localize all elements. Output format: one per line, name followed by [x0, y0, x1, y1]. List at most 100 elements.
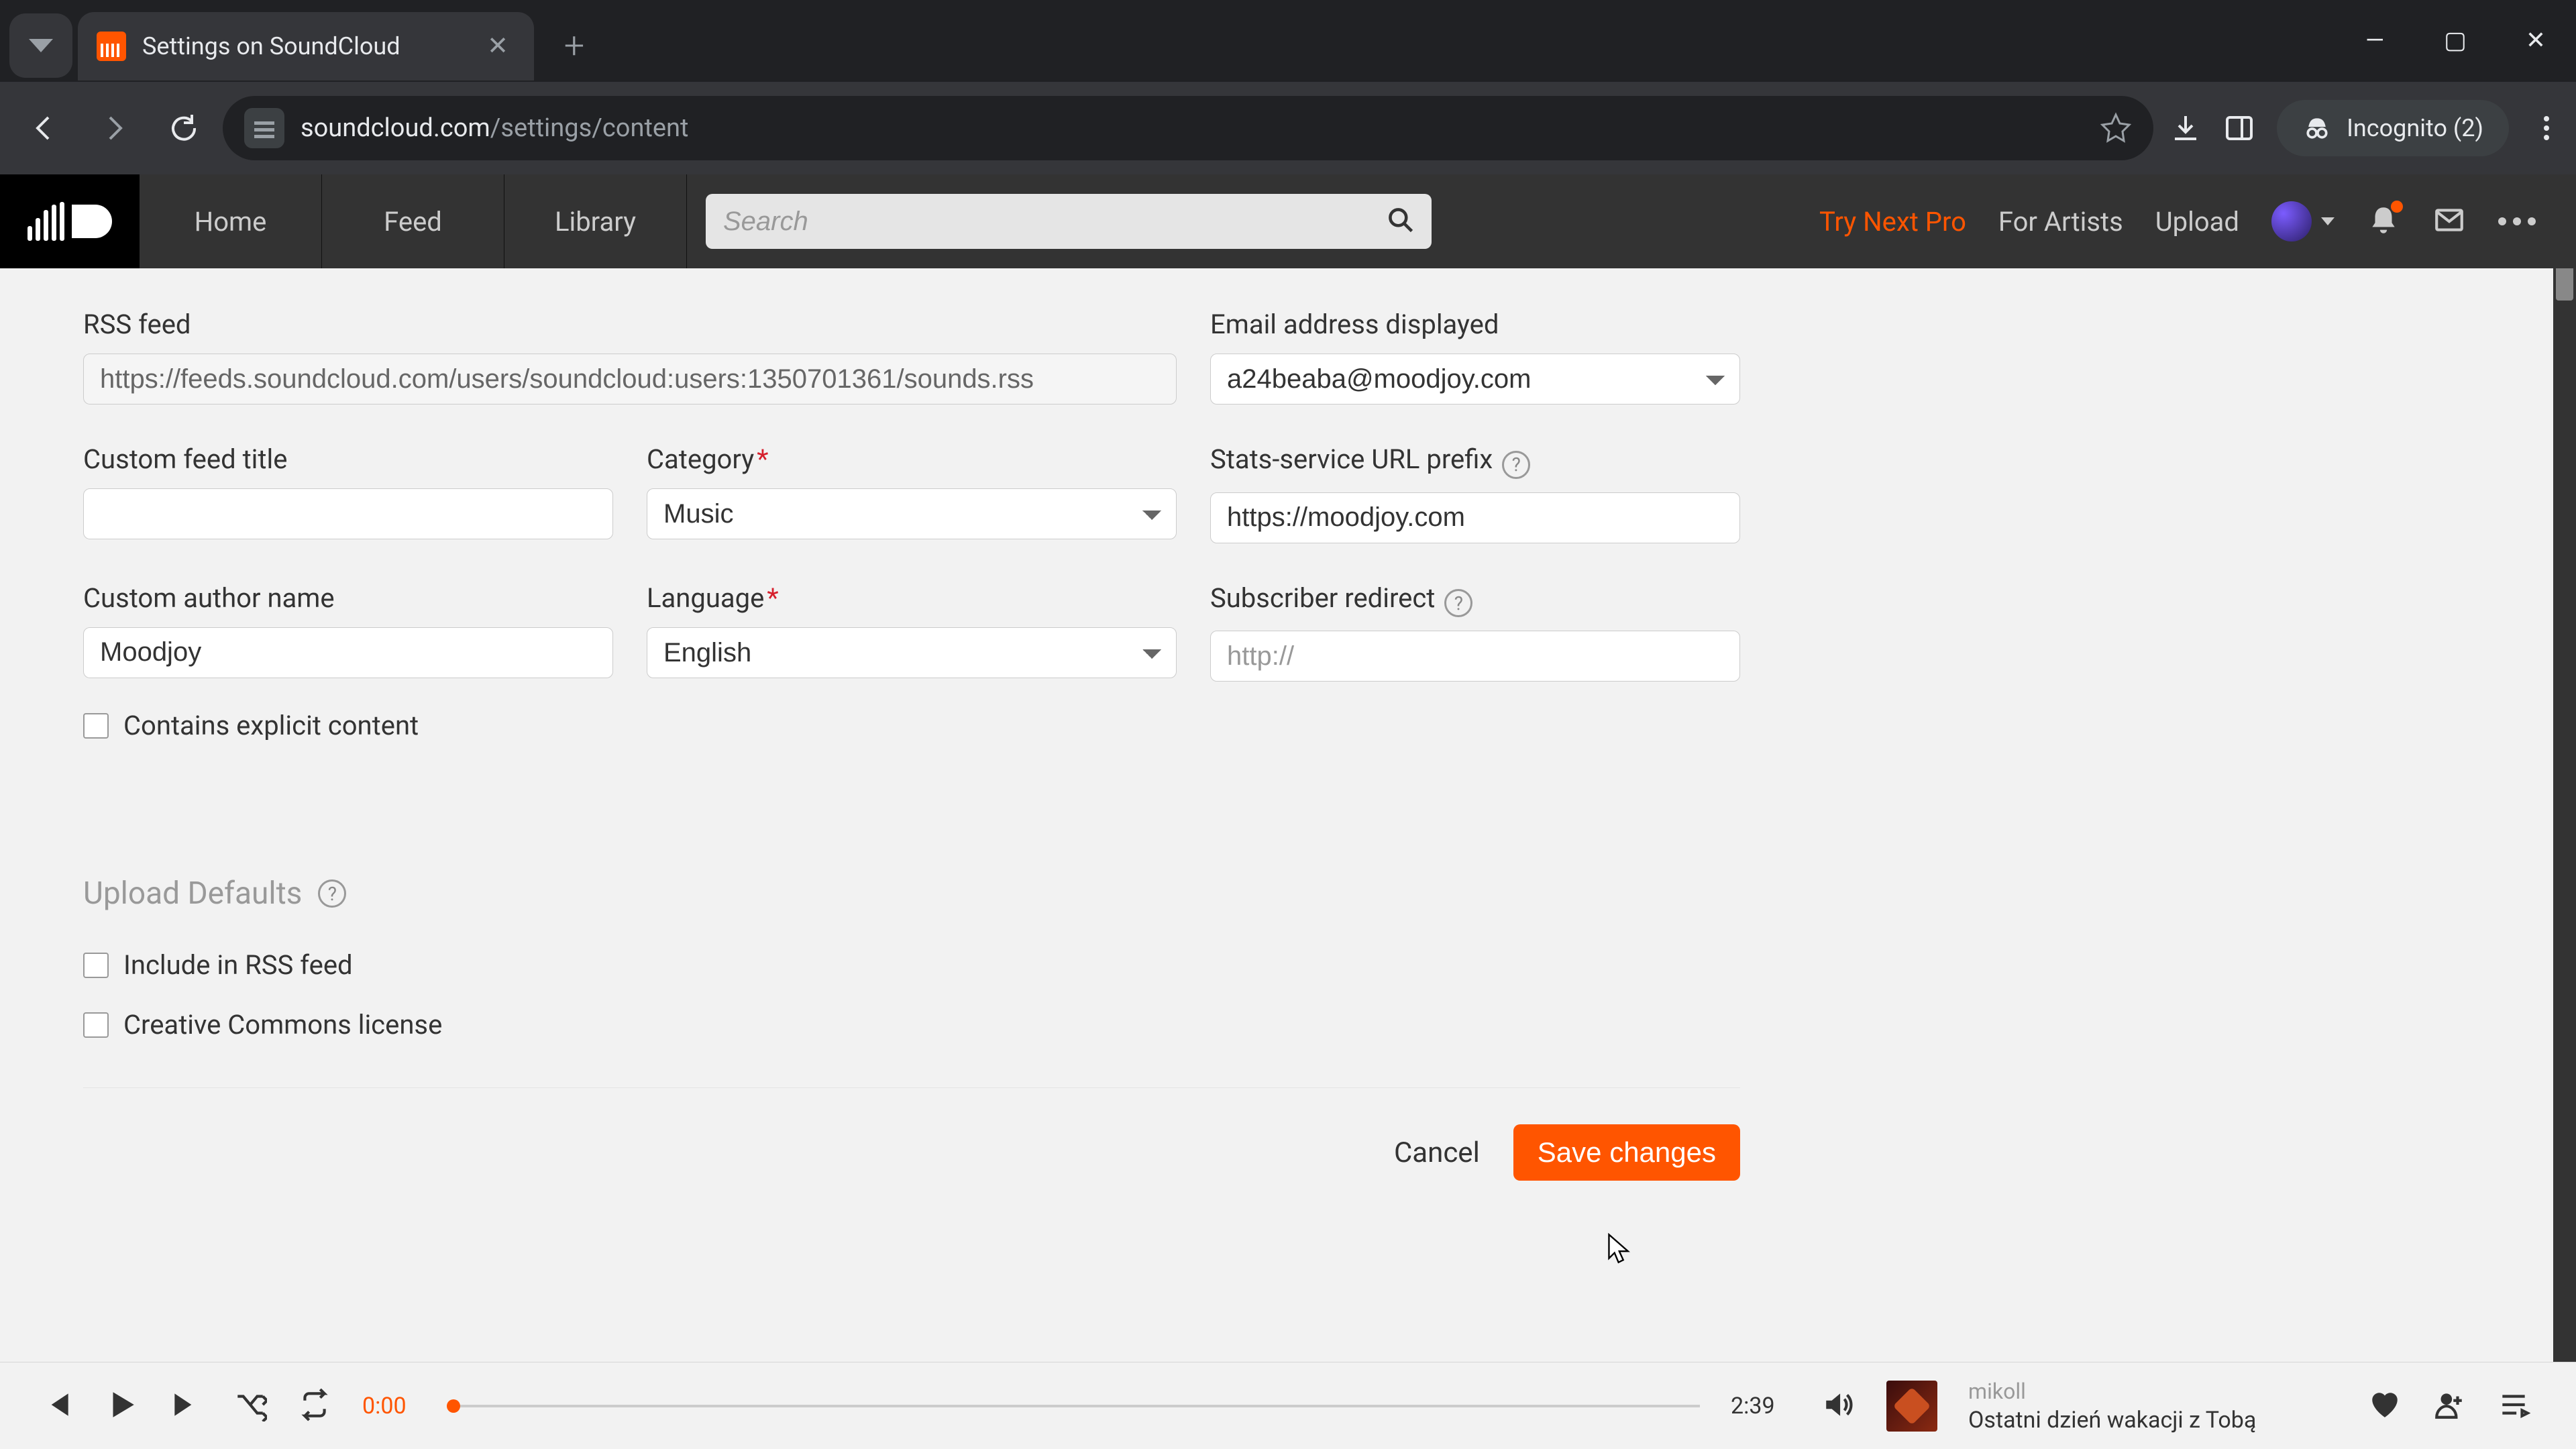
incognito-icon	[2302, 113, 2332, 143]
field-custom-author: Custom author name	[83, 582, 613, 682]
field-custom-feed-title: Custom feed title	[83, 443, 613, 543]
like-button[interactable]	[2368, 1388, 2402, 1424]
page-content: RSS feed Email address displayed a24beab…	[0, 268, 2553, 1362]
next-button[interactable]	[169, 1388, 203, 1424]
address-bar-row: soundcloud.com/settings/content Incognit…	[0, 82, 2576, 174]
titlebar: Settings on SoundCloud ✕ + ― ▢ ✕	[0, 0, 2576, 82]
track-artwork[interactable]	[1886, 1381, 1937, 1432]
site-info-icon[interactable]	[244, 108, 284, 148]
total-time: 2:39	[1731, 1393, 1791, 1419]
select-email-displayed[interactable]: a24beaba@moodjoy.com	[1210, 354, 1740, 405]
track-meta: mikoll Ostatni dzień wakacji z Tobą	[1968, 1379, 2317, 1434]
input-rss-feed[interactable]	[83, 354, 1177, 405]
address-bar[interactable]: soundcloud.com/settings/content	[223, 96, 2153, 160]
field-subscriber-redirect: Subscriber redirect?	[1210, 582, 1740, 682]
shuffle-button[interactable]	[233, 1388, 267, 1424]
window-controls: ― ▢ ✕	[2334, 15, 2576, 66]
track-title[interactable]: Ostatni dzień wakacji z Tobą	[1968, 1407, 2317, 1434]
avatar	[2271, 201, 2312, 241]
forward-button[interactable]	[83, 97, 145, 159]
field-stats-prefix: Stats-service URL prefix?	[1210, 443, 1740, 543]
back-button[interactable]	[13, 97, 75, 159]
search-icon[interactable]	[1386, 205, 1415, 237]
repeat-button[interactable]	[298, 1388, 331, 1424]
label-language: Language*	[647, 582, 1177, 614]
upload-defaults-section: Upload Defaults? Include in RSS feed Cre…	[83, 875, 1740, 1040]
tab-title: Settings on SoundCloud	[142, 32, 471, 60]
browser-tab[interactable]: Settings on SoundCloud ✕	[78, 12, 534, 80]
close-window-icon[interactable]: ✕	[2496, 15, 2576, 66]
label-subscriber-redirect: Subscriber redirect?	[1210, 582, 1740, 618]
label-custom-feed-title: Custom feed title	[83, 443, 613, 475]
save-button[interactable]: Save changes	[1513, 1124, 1740, 1181]
nav-feed[interactable]: Feed	[322, 174, 504, 268]
player-bar: 0:00 2:39 mikoll Ostatni dzień wakacji z…	[0, 1362, 2576, 1449]
more-menu-icon[interactable]	[2498, 217, 2536, 225]
checkbox-explicit-row[interactable]: Contains explicit content	[83, 710, 1740, 741]
checkbox-cc-license[interactable]	[83, 1012, 109, 1038]
field-category: Category* Music	[647, 443, 1177, 543]
checkbox-cc-license-row[interactable]: Creative Commons license	[83, 1009, 1740, 1040]
toolbar-right: Incognito (2)	[2169, 100, 2563, 156]
current-time: 0:00	[362, 1393, 423, 1419]
soundcloud-favicon-icon	[97, 32, 126, 61]
search-input[interactable]	[706, 194, 1432, 249]
tab-close-icon[interactable]: ✕	[487, 34, 508, 59]
chevron-down-icon	[2321, 217, 2334, 225]
downloads-icon[interactable]	[2169, 112, 2202, 144]
nav-home[interactable]: Home	[140, 174, 322, 268]
soundcloud-logo[interactable]	[0, 174, 140, 268]
field-email-displayed: Email address displayed a24beaba@moodjoy…	[1210, 309, 1740, 405]
checkbox-include-rss-row[interactable]: Include in RSS feed	[83, 949, 1740, 981]
try-next-pro-link[interactable]: Try Next Pro	[1819, 206, 1966, 237]
checkbox-cc-license-label: Creative Commons license	[123, 1009, 442, 1040]
for-artists-link[interactable]: For Artists	[1998, 206, 2123, 237]
input-subscriber-redirect[interactable]	[1210, 631, 1740, 682]
new-tab-button[interactable]: +	[549, 20, 600, 71]
messages-button[interactable]	[2432, 203, 2466, 239]
upload-defaults-header: Upload Defaults?	[83, 875, 1740, 912]
previous-button[interactable]	[40, 1388, 74, 1424]
queue-button[interactable]	[2497, 1388, 2530, 1424]
browser-chrome: Settings on SoundCloud ✕ + ― ▢ ✕ soundcl…	[0, 0, 2576, 174]
incognito-badge[interactable]: Incognito (2)	[2277, 100, 2509, 156]
label-stats-prefix: Stats-service URL prefix?	[1210, 443, 1740, 479]
label-custom-author: Custom author name	[83, 582, 613, 614]
progress-bar[interactable]	[453, 1405, 1700, 1407]
help-icon[interactable]: ?	[1502, 451, 1530, 479]
upload-link[interactable]: Upload	[2155, 206, 2239, 237]
maximize-icon[interactable]: ▢	[2415, 15, 2496, 66]
nav-library[interactable]: Library	[504, 174, 687, 268]
play-button[interactable]	[105, 1388, 138, 1424]
input-custom-author[interactable]	[83, 627, 613, 678]
notification-dot-icon	[2391, 201, 2403, 213]
field-rss-feed: RSS feed	[83, 309, 1177, 405]
chrome-menu-icon[interactable]	[2530, 112, 2563, 144]
minimize-icon[interactable]: ―	[2334, 15, 2415, 66]
input-custom-feed-title[interactable]	[83, 488, 613, 539]
progress-handle[interactable]	[447, 1399, 460, 1413]
notifications-button[interactable]	[2367, 203, 2400, 239]
search-wrap	[687, 174, 1450, 268]
track-artist[interactable]: mikoll	[1968, 1379, 2317, 1404]
soundcloud-topbar: Home Feed Library Try Next Pro For Artis…	[0, 174, 2576, 268]
select-language[interactable]: English	[647, 627, 1177, 678]
reload-button[interactable]	[153, 97, 215, 159]
volume-button[interactable]	[1822, 1388, 1856, 1424]
input-stats-prefix[interactable]	[1210, 492, 1740, 543]
bookmark-star-icon[interactable]	[2100, 112, 2132, 144]
scrollbar[interactable]	[2553, 174, 2576, 1362]
select-category[interactable]: Music	[647, 488, 1177, 539]
tab-search-button[interactable]	[9, 13, 72, 78]
topbar-right: Try Next Pro For Artists Upload	[1819, 174, 2576, 268]
checkbox-explicit[interactable]	[83, 713, 109, 739]
label-email-displayed: Email address displayed	[1210, 309, 1740, 340]
side-panel-icon[interactable]	[2223, 112, 2255, 144]
label-rss-feed: RSS feed	[83, 309, 1177, 340]
help-icon[interactable]: ?	[318, 879, 346, 908]
user-menu[interactable]	[2271, 201, 2334, 241]
checkbox-include-rss[interactable]	[83, 953, 109, 978]
help-icon[interactable]: ?	[1444, 589, 1472, 617]
cancel-button[interactable]: Cancel	[1387, 1126, 1487, 1180]
follow-user-button[interactable]	[2432, 1388, 2466, 1424]
